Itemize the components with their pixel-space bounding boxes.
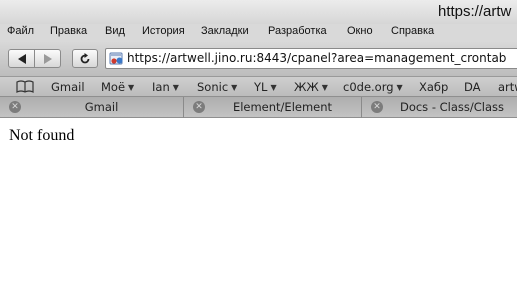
bookmark-label: Хабр <box>419 80 449 94</box>
bookmark-label: Gmail <box>51 80 85 94</box>
bookmark-label: DA <box>464 80 481 94</box>
site-favicon-icon <box>109 52 123 65</box>
bookmarks-bar: Gmail Моё ▼ Ian ▼ Sonic ▼ YL ▼ ЖЖ ▼ c0de.org ▼… <box>0 76 517 96</box>
menu-view[interactable]: Вид <box>105 25 125 37</box>
bookmark-label: c0de.org <box>343 80 394 94</box>
bookmark-label: artw <box>498 80 517 94</box>
tab-element[interactable]: ✕ Element/Element <box>184 97 362 118</box>
back-arrow-icon <box>17 53 26 64</box>
dropdown-caret-icon: ▼ <box>270 83 277 92</box>
forward-button[interactable] <box>34 49 61 68</box>
dropdown-caret-icon: ▼ <box>321 83 328 92</box>
forward-arrow-icon <box>43 53 52 64</box>
bookmark-folder-ian[interactable]: Ian ▼ <box>152 80 179 94</box>
menu-bar: Файл Правка Вид История Закладки Разрабо… <box>0 24 517 42</box>
bookmark-artw[interactable]: artw <box>498 80 517 94</box>
dropdown-caret-icon: ▼ <box>172 83 179 92</box>
reload-button[interactable] <box>72 49 98 68</box>
bookmark-folder-yl[interactable]: YL ▼ <box>254 80 277 94</box>
tab-title: Element/Element <box>232 100 333 114</box>
close-tab-icon[interactable]: ✕ <box>9 101 21 113</box>
not-found-message: Not found <box>9 127 75 144</box>
menu-edit[interactable]: Правка <box>50 25 87 37</box>
menu-develop[interactable]: Разработка <box>268 25 327 37</box>
bookmark-da[interactable]: DA <box>464 80 481 94</box>
bookmark-label: ЖЖ <box>294 80 319 94</box>
tab-title: Docs - Class/Class <box>399 100 505 114</box>
back-button[interactable] <box>8 49 35 68</box>
dropdown-caret-icon: ▼ <box>231 83 238 92</box>
bookmark-gmail[interactable]: Gmail <box>51 80 85 94</box>
bookmark-habr[interactable]: Хабр <box>419 80 448 94</box>
navigation-toolbar: https://artwell.jino.ru:8443/cpanel?area… <box>0 42 517 76</box>
reading-list-book-icon[interactable] <box>16 80 34 93</box>
menu-history[interactable]: История <box>142 25 185 37</box>
menu-help[interactable]: Справка <box>391 25 434 37</box>
bookmark-folder-moe[interactable]: Моё ▼ <box>101 80 134 94</box>
bookmark-folder-lj[interactable]: ЖЖ ▼ <box>294 80 328 94</box>
bookmark-folder-sonic[interactable]: Sonic ▼ <box>197 80 237 94</box>
bookmark-label: YL <box>254 80 268 94</box>
menu-window[interactable]: Окно <box>347 25 373 37</box>
bookmark-label: Моё <box>101 80 126 94</box>
page-content: Not found <box>0 118 517 300</box>
address-bar[interactable]: https://artwell.jino.ru:8443/cpanel?area… <box>105 48 517 69</box>
tab-title: Gmail <box>84 100 119 114</box>
reload-icon <box>80 52 90 63</box>
tab-bar: ✕ Gmail ✕ Element/Element ✕ Docs - Class… <box>0 96 517 118</box>
tab-gmail[interactable]: ✕ Gmail <box>0 97 184 118</box>
window-title: https://artw <box>438 3 512 20</box>
bookmark-folder-c0de[interactable]: c0de.org ▼ <box>343 80 403 94</box>
menu-bookmarks[interactable]: Закладки <box>201 25 249 37</box>
close-tab-icon[interactable]: ✕ <box>193 101 205 113</box>
window-title-bar: https://artw <box>0 0 517 24</box>
dropdown-caret-icon: ▼ <box>128 83 135 92</box>
close-tab-icon[interactable]: ✕ <box>371 101 383 113</box>
bookmark-label: Ian <box>152 80 170 94</box>
url-text: https://artwell.jino.ru:8443/cpanel?area… <box>127 51 507 65</box>
dropdown-caret-icon: ▼ <box>396 83 403 92</box>
menu-file[interactable]: Файл <box>7 25 34 37</box>
tab-docs[interactable]: ✕ Docs - Class/Class <box>362 97 517 118</box>
bookmark-label: Sonic <box>197 80 229 94</box>
